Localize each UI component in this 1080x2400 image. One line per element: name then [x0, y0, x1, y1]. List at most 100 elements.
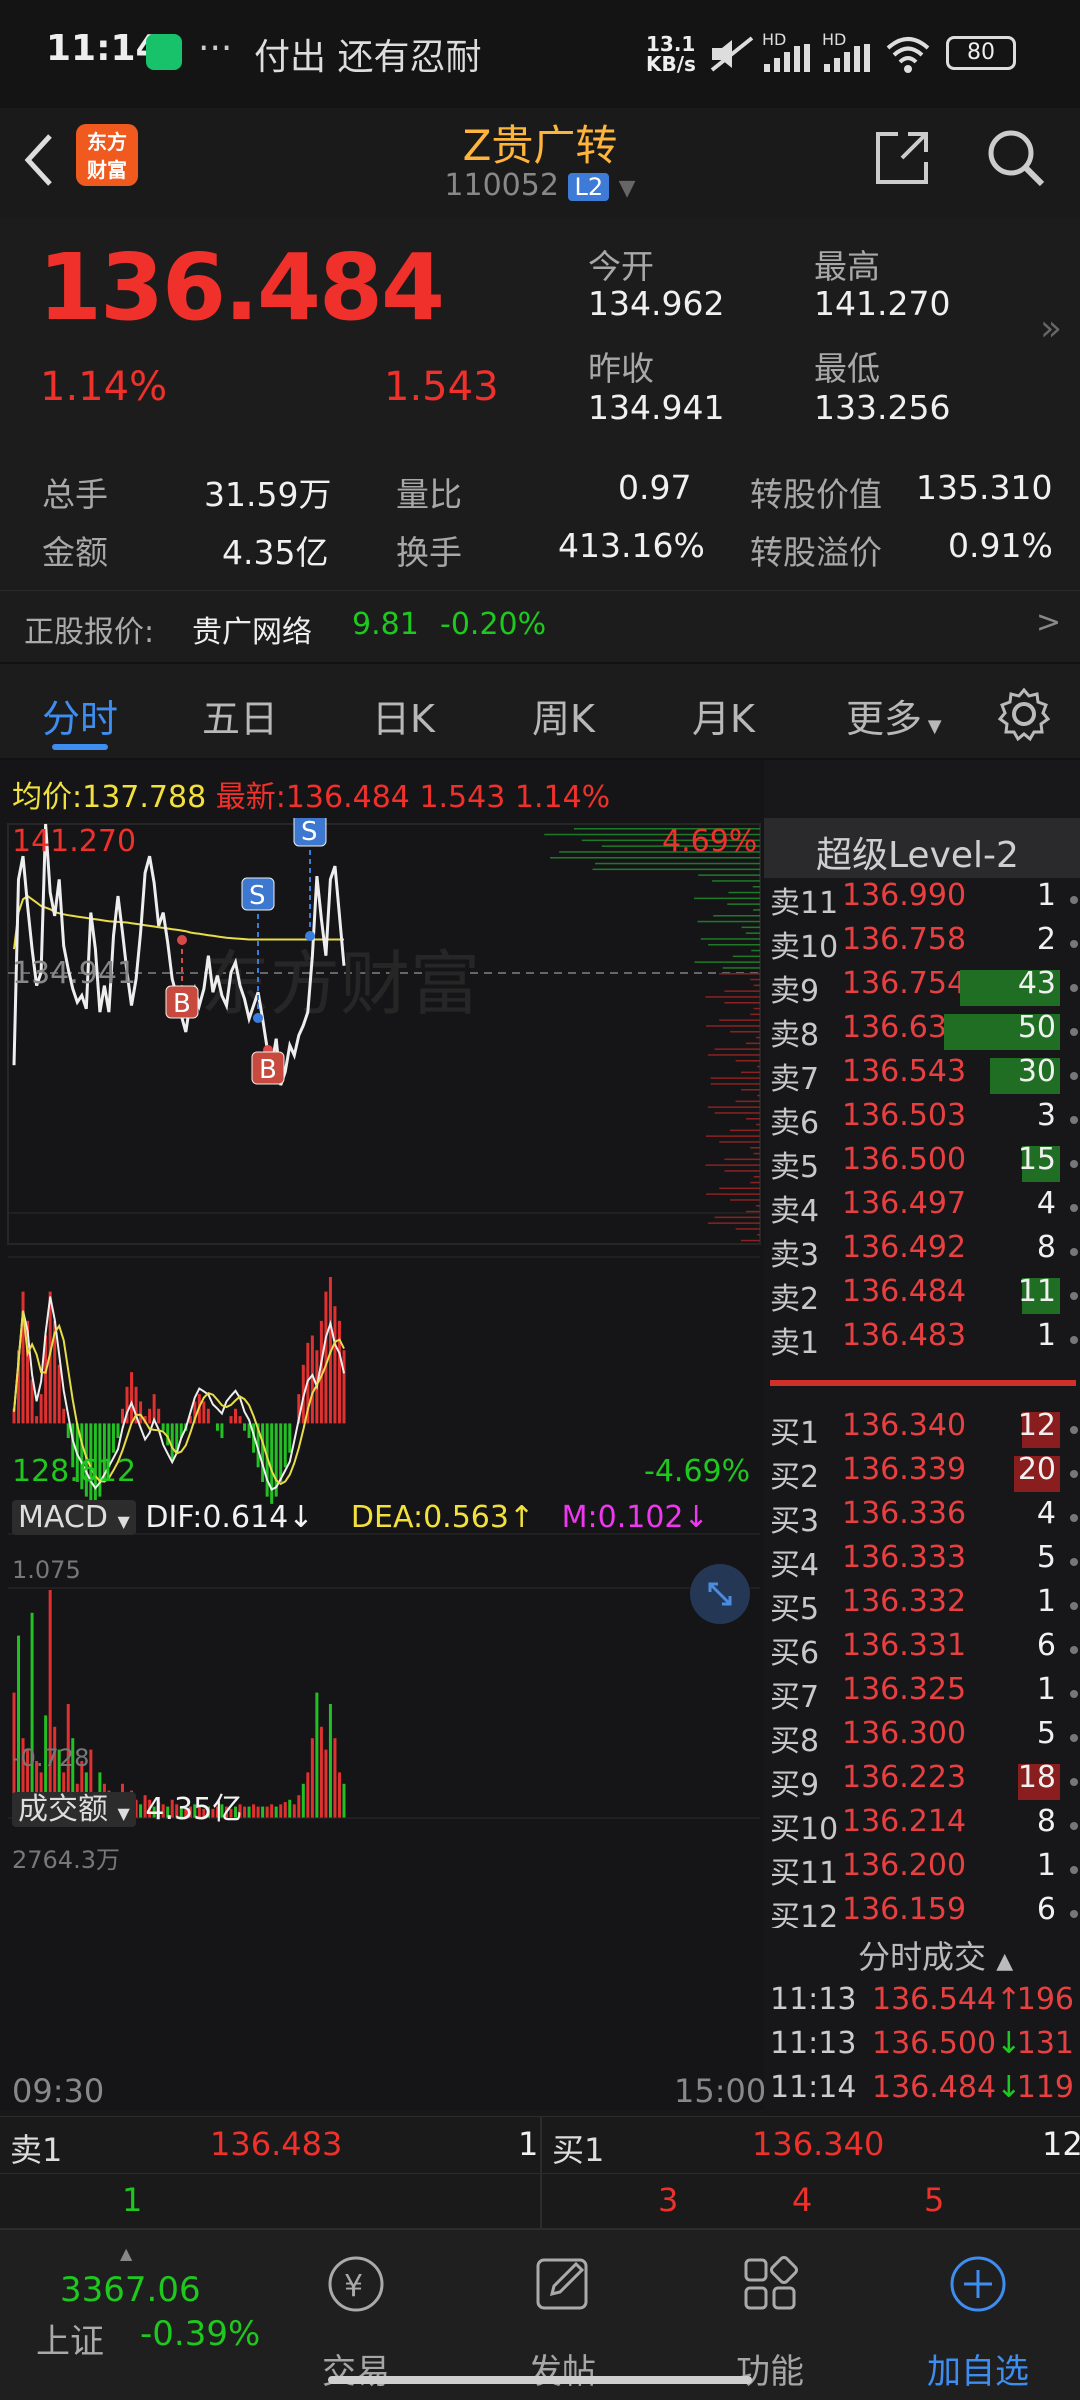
back-icon[interactable]	[20, 130, 60, 190]
bid-row[interactable]: 买8 136.300 5	[764, 1716, 1080, 1760]
level-name: 买1	[770, 1416, 820, 1451]
open-value: 134.962	[588, 284, 725, 323]
dot-icon	[1070, 1336, 1078, 1344]
depth-bar	[741, 926, 760, 929]
high-value: 141.270	[814, 284, 951, 323]
ask-row[interactable]: 卖5 136.500 15	[764, 1142, 1080, 1186]
tick-price: 136.500↓	[872, 2026, 1022, 2061]
ask-row[interactable]: 卖8 136.638 50	[764, 1010, 1080, 1054]
nav-functions[interactable]: 功能	[700, 2250, 840, 2392]
ask-row[interactable]: 卖6 136.503 3	[764, 1098, 1080, 1142]
tab-weekly-k[interactable]: 周K	[532, 688, 595, 743]
tick-trades[interactable]: 分时成交 ▲ 11:13 136.544↑ 196 11:13 136.500↓ 131 1…	[764, 1928, 1080, 2116]
bid-row[interactable]: 买10 136.214 8	[764, 1804, 1080, 1848]
level-qty: 11	[1017, 1274, 1056, 1309]
nav-add-watchlist[interactable]: 加自选	[908, 2250, 1048, 2392]
bid-row[interactable]: 买1 136.340 12	[764, 1408, 1080, 1452]
volume-bar	[274, 1806, 278, 1818]
depth-bar	[750, 1181, 760, 1184]
ask-row[interactable]: 卖4 136.497 4	[764, 1186, 1080, 1230]
ask-row[interactable]: 卖9 136.754 43	[764, 966, 1080, 1010]
search-icon[interactable]	[984, 126, 1048, 190]
chart-area[interactable]: 均价:137.788 最新:136.484 1.543 1.14% 东方财富 B…	[0, 760, 766, 2110]
depth-bar	[753, 909, 760, 911]
settings-gear-icon[interactable]	[996, 686, 1052, 742]
underlying-stock-row[interactable]: 正股报价: 贵广网络 9.81 -0.20% >	[0, 590, 1080, 662]
bid-row[interactable]: 买9 136.223 18	[764, 1760, 1080, 1804]
bottom-bid-label: 买1	[552, 2131, 605, 2169]
bid-row[interactable]: 买5 136.332 1	[764, 1584, 1080, 1628]
depth-bar	[732, 955, 760, 958]
nav-post[interactable]: 发帖	[492, 2250, 632, 2392]
depth-bar	[694, 961, 760, 963]
stat-value: 0.97	[618, 468, 692, 507]
volume-selector[interactable]: 成交额 ▼	[12, 1792, 136, 1827]
open-label: 今开	[588, 247, 654, 286]
volume-bar	[342, 1783, 346, 1818]
volume-bar	[265, 1806, 269, 1818]
bottom-bid-qty: 12	[1042, 2125, 1080, 2163]
bid-row[interactable]: 买6 136.331 6	[764, 1628, 1080, 1672]
bid-row[interactable]: 买2 136.339 20	[764, 1452, 1080, 1496]
underlying-change: -0.20%	[440, 607, 547, 642]
ask-row[interactable]: 卖7 136.543 30	[764, 1054, 1080, 1098]
ask-row[interactable]: 卖11 136.990 1	[764, 878, 1080, 922]
tick-time: 11:13	[770, 1982, 857, 2017]
tab-monthly-k[interactable]: 月K	[692, 688, 755, 743]
depth-bar	[753, 1007, 760, 1010]
bid-row[interactable]: 买3 136.336 4	[764, 1496, 1080, 1540]
tab-more[interactable]: 更多 ▼	[846, 688, 942, 743]
bid-row[interactable]: 买11 136.200 1	[764, 1848, 1080, 1892]
divider	[0, 2173, 1080, 2174]
level-price: 136.990	[842, 878, 967, 913]
level-price: 136.503	[842, 1098, 967, 1133]
bid-row[interactable]: 买4 136.333 5	[764, 1540, 1080, 1584]
watermark: 东方财富	[200, 943, 480, 1025]
depth-bar	[594, 862, 760, 865]
ask-row[interactable]: 卖2 136.484 11	[764, 1274, 1080, 1318]
level-name: 买5	[770, 1592, 820, 1627]
tab-intraday[interactable]: 分时	[42, 688, 118, 743]
stock-code-row[interactable]: 110052 L2 ▼	[340, 168, 740, 203]
more-notifications-icon: ···	[198, 28, 233, 69]
ask-row[interactable]: 卖1 136.483 1	[764, 1318, 1080, 1362]
stat-value: 4.35亿	[222, 533, 329, 572]
depth-bar	[757, 1065, 760, 1068]
tab-five-day[interactable]: 五日	[202, 688, 278, 743]
depth-bar	[719, 1141, 760, 1143]
prev-close-label: 昨收	[588, 349, 654, 388]
level-badge: L2	[568, 173, 610, 201]
dot-icon	[1070, 1292, 1078, 1300]
depth-bar	[750, 1147, 760, 1149]
caret-down-icon: ▼	[922, 716, 942, 737]
share-icon[interactable]	[872, 128, 932, 188]
chevron-down-icon: ▼	[618, 176, 636, 201]
level-price: 136.484	[842, 1274, 967, 1309]
level-name: 卖5	[770, 1150, 820, 1185]
bid-row[interactable]: 买7 136.325 1	[764, 1672, 1080, 1716]
caret-up-icon: ▲	[996, 1949, 1014, 1974]
dot-icon	[1070, 1866, 1078, 1874]
ask-row[interactable]: 卖10 136.758 2	[764, 922, 1080, 966]
ask-row[interactable]: 卖3 136.492 8	[764, 1230, 1080, 1274]
chart-info-line: 均价:137.788 最新:136.484 1.543 1.14%	[12, 772, 610, 816]
fullscreen-button[interactable]	[690, 1564, 750, 1624]
low-label: 最低	[814, 349, 880, 388]
depth-bars	[544, 828, 760, 1242]
bottom-quote-bar[interactable]: 卖1 136.483 1 买1 136.340 12 1 3 4 5	[0, 2116, 1080, 2229]
level-name: 卖8	[770, 1018, 820, 1053]
level-qty: 18	[1017, 1760, 1056, 1795]
level-qty: 1	[1036, 1584, 1056, 1619]
nav-trade[interactable]: ¥ 交易	[286, 2250, 426, 2392]
level-price: 136.754	[842, 966, 967, 1001]
current-price: 136.484	[38, 234, 445, 341]
expand-chevron-icon[interactable]: »	[1040, 308, 1062, 349]
y-axis-bottom: 128.612	[12, 1454, 137, 1489]
macd-selector[interactable]: MACD ▼	[12, 1500, 136, 1535]
dea-value: DEA:0.563↑	[350, 1500, 535, 1535]
level2-header[interactable]: 超级Level-2	[764, 818, 1080, 878]
tab-daily-k[interactable]: 日K	[372, 688, 435, 743]
tick-row: 11:13 136.544↑ 196	[764, 1982, 1080, 2026]
app-logo[interactable]: 东方 财富	[76, 124, 138, 186]
underlying-price: 9.81	[352, 607, 419, 642]
